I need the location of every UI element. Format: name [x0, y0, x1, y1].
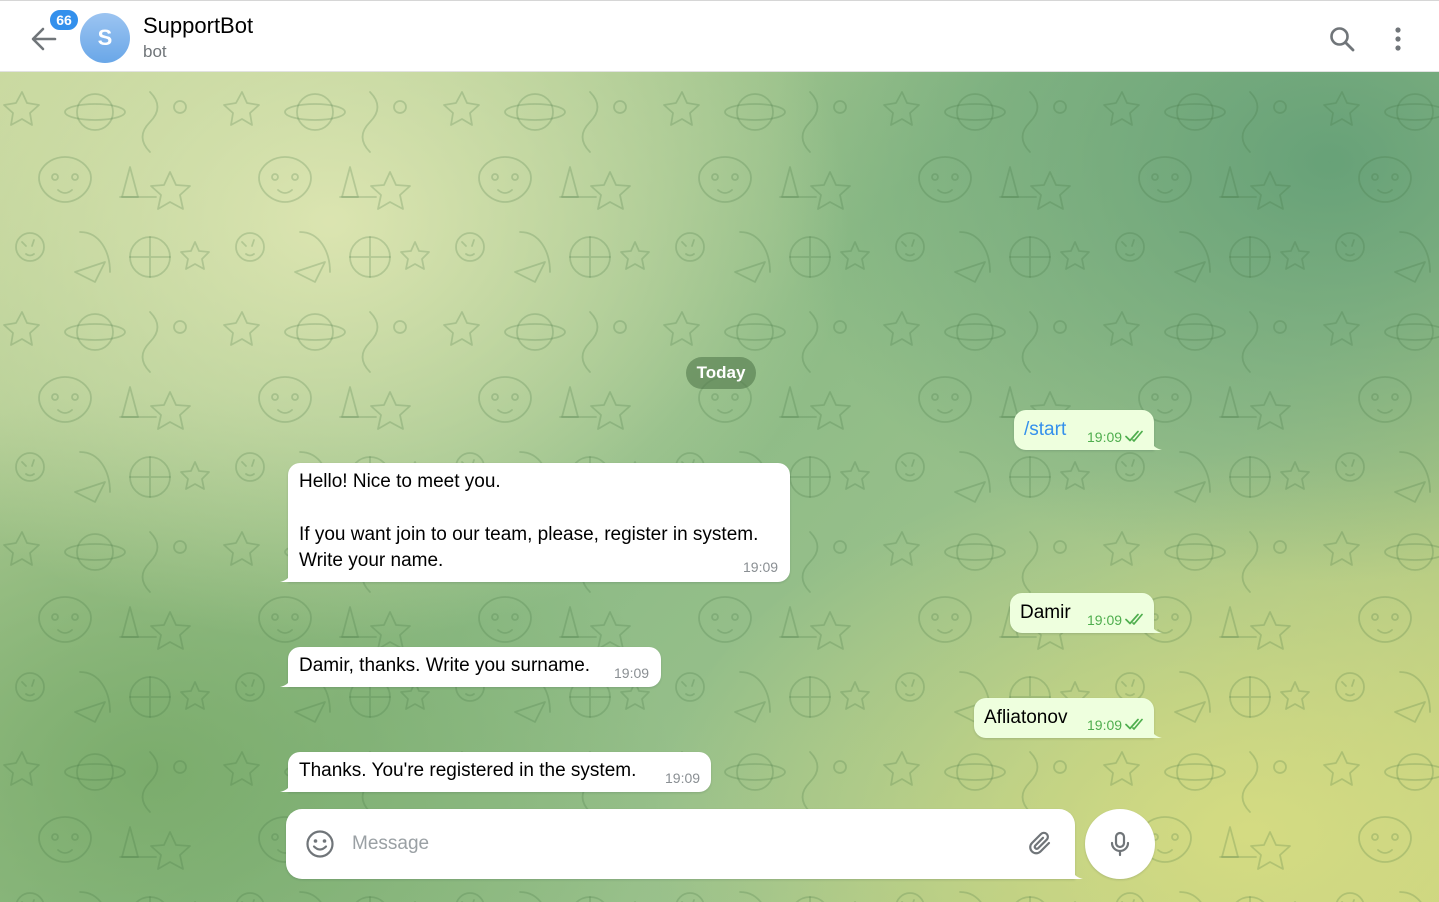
bubble-tail: [280, 564, 292, 582]
chat-subtitle: bot: [143, 42, 167, 61]
message-input[interactable]: [352, 828, 992, 860]
emoji-button[interactable]: [302, 826, 338, 862]
attach-button[interactable]: [1023, 826, 1059, 862]
microphone-icon: [1110, 831, 1130, 857]
smile-icon: [306, 830, 334, 858]
message-time: 19:09: [614, 665, 650, 681]
message-text-line: Hello! Nice to meet you.: [299, 471, 501, 492]
search-icon: [1330, 27, 1355, 52]
message-text: Thanks. You're registered in the system.: [299, 760, 637, 781]
bubble-tail: [1150, 615, 1162, 633]
message-bubble-outgoing[interactable]: Afliatonov 19:09: [974, 698, 1162, 738]
message-time: 19:09: [1087, 717, 1123, 733]
avatar[interactable]: S: [80, 13, 130, 63]
more-vertical-icon: [1395, 27, 1401, 51]
more-options-button[interactable]: [1378, 19, 1418, 59]
double-check-icon: [1125, 718, 1143, 730]
message-text: Damir, thanks. Write you surname.: [299, 655, 591, 676]
message-time: 19:09: [1087, 612, 1123, 628]
double-check-icon: [1125, 613, 1143, 625]
chat-header: 66 S SupportBot bot: [0, 0, 1439, 72]
bubble-tail: [280, 774, 292, 792]
search-button[interactable]: [1322, 19, 1362, 59]
message-text-line: Write your name.: [299, 550, 444, 571]
unread-count-badge: 66: [48, 8, 80, 32]
bubble-tail: [1150, 720, 1162, 738]
double-check-icon: [1125, 430, 1143, 442]
composer-tail: [1071, 861, 1083, 879]
message-bubble-incoming[interactable]: Damir, thanks. Write you surname. 19:09: [280, 647, 661, 687]
voice-record-button[interactable]: [1085, 809, 1155, 879]
message-text-line: If you want join to our team, please, re…: [299, 524, 759, 545]
message-text: Afliatonov: [984, 707, 1068, 728]
message-time: 19:09: [1087, 429, 1123, 445]
bubble-tail: [280, 669, 292, 687]
bot-command-link[interactable]: /start: [1024, 419, 1066, 440]
message-bubble-outgoing[interactable]: /start 19:09: [1014, 410, 1162, 450]
date-separator: Today: [686, 357, 756, 389]
message-bubble-incoming[interactable]: Thanks. You're registered in the system.…: [280, 752, 711, 792]
message-text: Damir: [1020, 602, 1071, 623]
message-time: 19:09: [665, 770, 701, 786]
message-bubble-outgoing[interactable]: Damir 19:09: [1010, 593, 1162, 633]
bubble-tail: [1150, 432, 1162, 450]
paperclip-icon: [1029, 831, 1051, 855]
message-bubble-incoming[interactable]: Hello! Nice to meet you. If you want joi…: [280, 463, 790, 582]
message-time: 19:09: [743, 559, 779, 575]
chat-title[interactable]: SupportBot: [143, 13, 253, 39]
telegram-chat-window: 66 S SupportBot bot Today /start 19:09 H…: [0, 0, 1439, 902]
message-composer: [286, 809, 1083, 879]
